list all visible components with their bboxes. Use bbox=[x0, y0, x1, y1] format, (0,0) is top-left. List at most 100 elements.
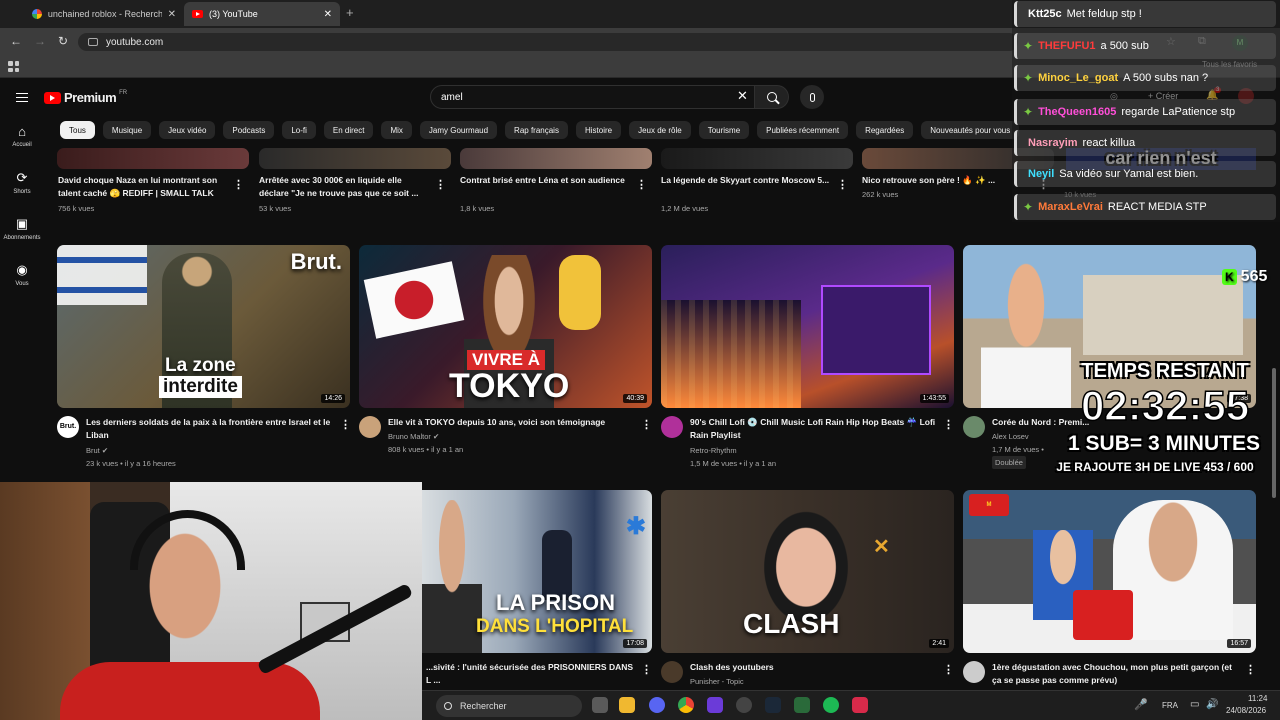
url-field[interactable]: youtube.com bbox=[78, 33, 1018, 51]
more-options-icon[interactable]: ⋮ bbox=[943, 418, 954, 431]
task-view-icon[interactable] bbox=[592, 697, 608, 713]
video-title[interactable]: La légende de Skyyart contre Moscow 5... bbox=[661, 174, 833, 200]
tab-youtube[interactable]: (3) YouTube ✕ bbox=[184, 2, 340, 26]
spotify-icon[interactable] bbox=[823, 697, 839, 713]
video-title[interactable]: 1ère dégustation avec Chouchou, mon plus… bbox=[992, 661, 1240, 687]
back-icon[interactable]: ← bbox=[10, 34, 22, 48]
youtube-logo[interactable]: Premium FR bbox=[44, 90, 127, 105]
more-options-icon[interactable]: ⋮ bbox=[943, 663, 954, 676]
video-thumbnail[interactable] bbox=[661, 148, 853, 169]
channel-avatar[interactable] bbox=[661, 416, 683, 438]
chip-nouveautes[interactable]: Nouveautés pour vous bbox=[921, 121, 1020, 139]
clear-search-icon[interactable]: ✕ bbox=[737, 88, 748, 104]
chrome-icon[interactable] bbox=[678, 697, 694, 713]
close-tab-icon[interactable]: ✕ bbox=[324, 9, 332, 20]
channel-avatar[interactable] bbox=[359, 416, 381, 438]
video-thumbnail[interactable] bbox=[460, 148, 652, 169]
more-options-icon[interactable]: ⋮ bbox=[636, 178, 647, 191]
channel-avatar[interactable] bbox=[661, 661, 683, 683]
chip-en-direct[interactable]: En direct bbox=[323, 121, 374, 139]
video-title[interactable]: Nico retrouve son père ! 🔥 ✨ ... bbox=[862, 174, 1012, 187]
discord-icon[interactable] bbox=[649, 697, 665, 713]
tab-google[interactable]: unchained roblox - Recherche G ✕ bbox=[24, 2, 184, 26]
language-indicator[interactable]: FRA bbox=[1162, 701, 1178, 710]
mic-icon[interactable]: 🎤 bbox=[1134, 698, 1148, 711]
voice-search-button[interactable] bbox=[800, 85, 824, 109]
chip-podcasts[interactable]: Podcasts bbox=[223, 121, 275, 139]
video-thumbnail[interactable] bbox=[57, 148, 249, 169]
file-explorer-icon[interactable] bbox=[619, 697, 635, 713]
channel-avatar[interactable] bbox=[963, 661, 985, 683]
sidebar-item-subscriptions[interactable]: ▣ Abonnements bbox=[0, 212, 44, 258]
chat-text: Met feldup stp ! bbox=[1066, 8, 1142, 20]
sidebar-item-home[interactable]: ⌂ Accueil bbox=[0, 120, 44, 166]
chip-lofi[interactable]: Lo-fi bbox=[282, 121, 316, 139]
channel-name[interactable]: Punisher - Topic bbox=[690, 675, 744, 688]
video-title[interactable]: Elle vit à TOKYO depuis 10 ans, voici so… bbox=[388, 416, 633, 429]
clock-date[interactable]: 24/08/2026 bbox=[1226, 706, 1266, 715]
more-options-icon[interactable]: ⋮ bbox=[233, 178, 244, 191]
apps-icon[interactable] bbox=[8, 61, 19, 72]
excel-icon[interactable] bbox=[794, 697, 810, 713]
search-button[interactable] bbox=[755, 85, 789, 109]
close-tab-icon[interactable]: ✕ bbox=[168, 9, 176, 20]
new-tab-button[interactable]: + bbox=[346, 5, 354, 20]
video-title[interactable]: David choque Naza en lui montrant son ta… bbox=[58, 174, 230, 200]
chip-tourisme[interactable]: Tourisme bbox=[698, 121, 750, 139]
app-icon[interactable] bbox=[852, 697, 868, 713]
volume-icon[interactable]: 🔊 bbox=[1206, 699, 1218, 710]
chip-tous[interactable]: Tous bbox=[60, 121, 95, 139]
video-title[interactable]: Clash des youtubers bbox=[690, 661, 938, 674]
obs-icon[interactable] bbox=[736, 697, 752, 713]
video-thumbnail[interactable]: ✕ CLASH 2:41 bbox=[661, 490, 954, 653]
more-options-icon[interactable]: ⋮ bbox=[837, 178, 848, 191]
site-info-icon[interactable] bbox=[88, 38, 98, 46]
channel-avatar[interactable] bbox=[963, 416, 985, 438]
steam-icon[interactable] bbox=[765, 697, 781, 713]
thumbnail-overlay-text: interdite bbox=[159, 376, 242, 398]
sidebar-item-you[interactable]: ◉ Vous bbox=[0, 258, 44, 304]
more-options-icon[interactable]: ⋮ bbox=[435, 178, 446, 191]
video-title[interactable]: Arrêtée avec 30 000€ en liquide elle déc… bbox=[259, 174, 431, 200]
sidebar-label: Shorts bbox=[13, 189, 31, 195]
clock-time[interactable]: 11:24 bbox=[1248, 694, 1267, 703]
search-input[interactable]: amel bbox=[430, 85, 755, 109]
taskbar-search[interactable]: Rechercher bbox=[436, 695, 582, 717]
reload-icon[interactable]: ↻ bbox=[58, 34, 68, 48]
chip-histoire[interactable]: Histoire bbox=[575, 121, 622, 139]
channel-name[interactable]: Brut ✔ bbox=[86, 444, 108, 457]
chip-jamy[interactable]: Jamy Gourmaud bbox=[419, 121, 498, 139]
channel-name[interactable]: Alex Losev bbox=[992, 430, 1029, 443]
video-thumbnail[interactable]: ✱ LA PRISON DANS L'HOPITAL 17:08 bbox=[422, 490, 652, 653]
chip-musique[interactable]: Musique bbox=[102, 121, 152, 139]
menu-icon[interactable] bbox=[16, 93, 28, 102]
video-meta: 23 k vues • il y a 16 heures bbox=[86, 459, 176, 468]
more-options-icon[interactable]: ⋮ bbox=[641, 418, 652, 431]
video-thumbnail[interactable] bbox=[259, 148, 451, 169]
video-meta: 262 k vues bbox=[862, 190, 899, 199]
video-title[interactable]: Contrat brisé entre Léna et son audience bbox=[460, 174, 632, 200]
forward-icon[interactable]: → bbox=[34, 34, 46, 48]
chip-rap[interactable]: Rap français bbox=[505, 121, 568, 139]
video-thumbnail[interactable]: 1:43:55 bbox=[661, 245, 954, 408]
video-thumbnail[interactable]: Brut. La zone interdite 14:26 bbox=[57, 245, 350, 408]
video-title[interactable]: ...sivité : l'unité sécurisée des PRISON… bbox=[426, 661, 636, 687]
video-thumbnail[interactable]: M 16:57 bbox=[963, 490, 1256, 653]
channel-name[interactable]: Retro-Rhythm bbox=[690, 444, 737, 457]
chip-jeux-role[interactable]: Jeux de rôle bbox=[629, 121, 691, 139]
sidebar-item-shorts[interactable]: ⟳ Shorts bbox=[0, 166, 44, 212]
chip-jeux-video[interactable]: Jeux vidéo bbox=[159, 121, 216, 139]
more-options-icon[interactable]: ⋮ bbox=[340, 418, 351, 431]
video-title[interactable]: 90's Chill Lofi 💿 Chill Music Lofi Rain … bbox=[690, 416, 938, 442]
more-options-icon[interactable]: ⋮ bbox=[641, 663, 652, 676]
network-icon[interactable]: ▭ bbox=[1190, 699, 1199, 710]
channel-name[interactable]: Bruno Maltor ✔ bbox=[388, 430, 439, 443]
video-title[interactable]: Les derniers soldats de la paix à la fro… bbox=[86, 416, 338, 442]
video-thumbnail[interactable]: VIVRE À TOKYO 40:39 bbox=[359, 245, 652, 408]
chip-regardees[interactable]: Regardées bbox=[856, 121, 914, 139]
chip-mix[interactable]: Mix bbox=[381, 121, 412, 139]
channel-avatar[interactable]: Brut. bbox=[57, 416, 79, 438]
app-icon[interactable] bbox=[707, 697, 723, 713]
chip-recent[interactable]: Publiées récemment bbox=[757, 121, 849, 139]
more-options-icon[interactable]: ⋮ bbox=[1245, 663, 1256, 676]
